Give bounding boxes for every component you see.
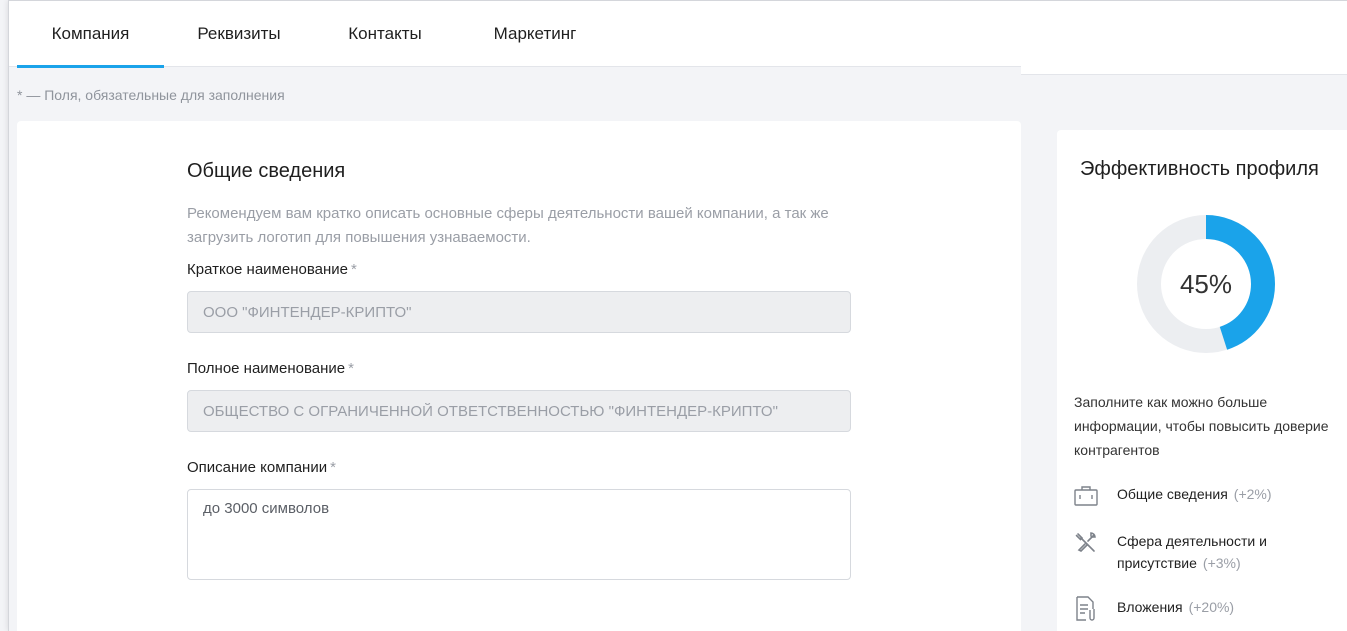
efficiency-item-bonus: (+20%) (1188, 599, 1235, 615)
tab-company[interactable]: Компания (17, 1, 164, 68)
required-star: * (348, 360, 354, 377)
required-star: * (330, 459, 336, 476)
tab-contacts[interactable]: Контакты (339, 1, 431, 67)
section-title: Общие сведения (187, 160, 346, 182)
tab-requisites[interactable]: Реквизиты (189, 1, 289, 67)
company-description-textarea[interactable] (187, 489, 851, 580)
briefcase-icon (1073, 483, 1099, 509)
short-name-label-text: Краткое наименование (187, 261, 348, 278)
required-fields-note: * — Поля, обязательные для заполнения (17, 87, 285, 103)
profile-efficiency-title: Эффективность профиля (1080, 158, 1319, 180)
full-name-label-text: Полное наименование (187, 360, 346, 377)
full-name-label: Полное наименование * (187, 360, 354, 377)
efficiency-item-label: Сфера деятельности и присутствие (1117, 533, 1267, 571)
efficiency-item-label: Общие сведения (1117, 486, 1228, 502)
section-description: Рекомендуем вам кратко описать основные … (187, 205, 829, 246)
attachment-icon (1073, 596, 1099, 622)
short-name-input[interactable] (187, 291, 851, 333)
efficiency-percent: 45% (1179, 268, 1233, 299)
company-description-label-text: Описание компании (187, 459, 328, 476)
tab-bar-extension (1021, 1, 1347, 75)
efficiency-item-label: Вложения (1117, 599, 1183, 615)
efficiency-item-activity[interactable]: Сфера деятельности и присутствие (+3%) (1073, 530, 1313, 574)
short-name-label: Краткое наименование * (187, 261, 357, 278)
tools-icon (1073, 530, 1099, 556)
efficiency-item-bonus: (+3%) (1202, 555, 1241, 571)
efficiency-item-bonus: (+2%) (1233, 486, 1272, 502)
tab-bar: Компания Реквизиты Контакты Маркетинг (9, 1, 1021, 68)
full-name-input[interactable] (187, 390, 851, 432)
efficiency-hint: Заполните как можно больше информации, ч… (1074, 394, 1329, 458)
efficiency-item-general[interactable]: Общие сведения (+2%) (1073, 483, 1272, 509)
company-description-label: Описание компании * (187, 459, 336, 476)
required-star: * (350, 261, 357, 278)
efficiency-item-attachments[interactable]: Вложения (+20%) (1073, 596, 1234, 622)
tab-marketing[interactable]: Маркетинг (484, 1, 586, 67)
